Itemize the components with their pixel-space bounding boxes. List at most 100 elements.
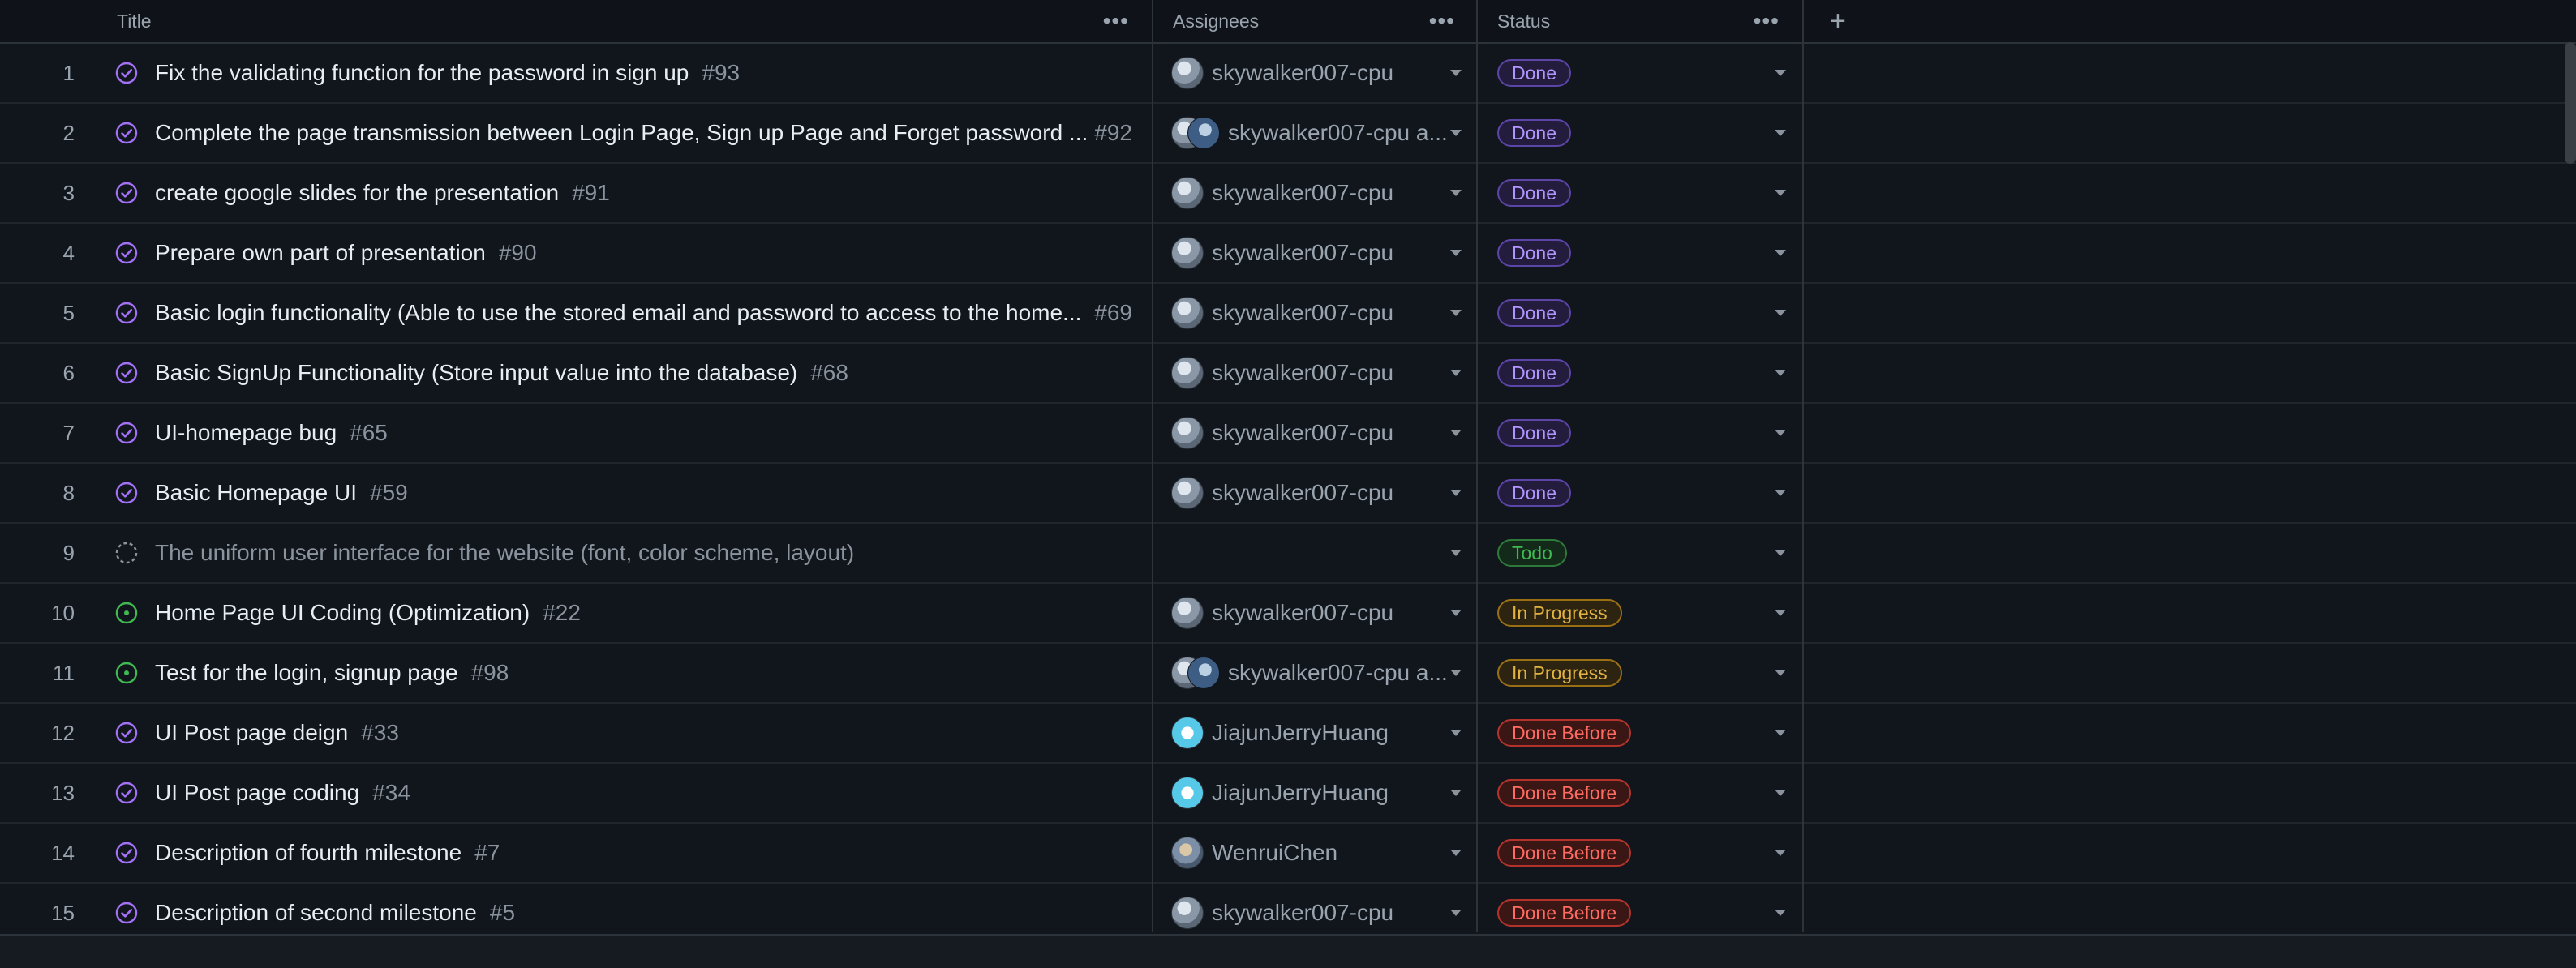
- issue-title[interactable]: UI Post page coding #34: [155, 764, 410, 822]
- status-badge: Done: [1497, 119, 1571, 147]
- issue-title-text[interactable]: Home Page UI Coding (Optimization): [155, 600, 530, 626]
- table-row[interactable]: 9 The uniform user interface for the webs…: [0, 524, 2576, 584]
- chevron-down-icon[interactable]: [1775, 70, 1786, 76]
- chevron-down-icon[interactable]: [1450, 250, 1462, 256]
- chevron-down-icon[interactable]: [1775, 850, 1786, 856]
- issue-title-text[interactable]: Description of fourth milestone: [155, 840, 462, 866]
- column-header-status[interactable]: Status •••: [1497, 0, 1802, 42]
- table-row[interactable]: 8 Basic Homepage UI #59 skywalker007-cpu Don…: [0, 464, 2576, 524]
- issue-title[interactable]: Home Page UI Coding (Optimization) #22: [155, 584, 581, 642]
- issue-title[interactable]: Basic Homepage UI #59: [155, 464, 408, 522]
- chevron-down-icon[interactable]: [1450, 550, 1462, 556]
- assignee-name: skywalker007-cpu a...: [1228, 120, 1448, 145]
- issue-title-text[interactable]: UI Post page coding: [155, 780, 359, 806]
- column-header-assignees[interactable]: Assignees •••: [1173, 0, 1478, 42]
- table-row[interactable]: 14 Description of fourth milestone #7 Wenru…: [0, 824, 2576, 884]
- chevron-down-icon[interactable]: [1775, 790, 1786, 796]
- chevron-down-icon[interactable]: [1450, 730, 1462, 736]
- closed-issue-icon: [115, 62, 138, 84]
- issue-title-text[interactable]: Fix the validating function for the pass…: [155, 60, 689, 86]
- issue-title-text[interactable]: The uniform user interface for the websi…: [155, 540, 854, 566]
- chevron-down-icon[interactable]: [1775, 130, 1786, 136]
- assignee-cell[interactable]: skywalker007-cpu a...: [1171, 644, 1448, 702]
- chevron-down-icon[interactable]: [1775, 730, 1786, 736]
- chevron-down-icon[interactable]: [1450, 430, 1462, 436]
- issue-title[interactable]: Fix the validating function for the pass…: [155, 44, 740, 102]
- issue-title[interactable]: Prepare own part of presentation #90: [155, 224, 537, 282]
- issue-title-text[interactable]: Complete the page transmission between L…: [155, 120, 1088, 146]
- chevron-down-icon[interactable]: [1775, 670, 1786, 676]
- assignee-cell[interactable]: skywalker007-cpu: [1171, 404, 1393, 462]
- chevron-down-icon[interactable]: [1450, 190, 1462, 196]
- issue-title-text[interactable]: Description of second milestone: [155, 900, 477, 926]
- assignee-cell[interactable]: JiajunJerryHuang: [1171, 764, 1389, 822]
- issue-title-text[interactable]: Test for the login, signup page: [155, 660, 458, 686]
- issue-title[interactable]: Complete the page transmission between L…: [155, 104, 1132, 162]
- assignee-cell[interactable]: skywalker007-cpu: [1171, 224, 1393, 282]
- issue-title[interactable]: Test for the login, signup page #98: [155, 644, 509, 702]
- issue-title[interactable]: create google slides for the presentatio…: [155, 164, 610, 222]
- assignee-cell[interactable]: skywalker007-cpu: [1171, 44, 1393, 102]
- add-item-bar[interactable]: [0, 934, 2576, 968]
- table-row[interactable]: 6 Basic SignUp Functionality (Store input…: [0, 344, 2576, 404]
- issue-title[interactable]: Basic SignUp Functionality (Store input …: [155, 344, 848, 402]
- chevron-down-icon[interactable]: [1450, 310, 1462, 316]
- chevron-down-icon[interactable]: [1450, 70, 1462, 76]
- closed-issue-icon: [115, 842, 138, 864]
- assignee-cell[interactable]: skywalker007-cpu: [1171, 164, 1393, 222]
- add-field-button[interactable]: +: [1830, 0, 1854, 42]
- assignee-cell[interactable]: skywalker007-cpu: [1171, 284, 1393, 342]
- issue-title-text[interactable]: UI-homepage bug: [155, 420, 337, 446]
- table-row[interactable]: 2 Complete the page transmission between …: [0, 104, 2576, 164]
- chevron-down-icon[interactable]: [1775, 910, 1786, 916]
- chevron-down-icon[interactable]: [1775, 550, 1786, 556]
- issue-title[interactable]: UI-homepage bug #65: [155, 404, 388, 462]
- chevron-down-icon[interactable]: [1775, 610, 1786, 616]
- issue-title[interactable]: The uniform user interface for the websi…: [155, 524, 854, 582]
- issue-title-text[interactable]: Basic login functionality (Able to use t…: [155, 300, 1081, 326]
- chevron-down-icon[interactable]: [1775, 370, 1786, 376]
- column-menu-icon[interactable]: •••: [1754, 8, 1780, 34]
- issue-title[interactable]: Basic login functionality (Able to use t…: [155, 284, 1132, 342]
- chevron-down-icon[interactable]: [1450, 850, 1462, 856]
- column-menu-icon[interactable]: •••: [1103, 8, 1129, 34]
- table-row[interactable]: 7 UI-homepage bug #65 skywalker007-cpu Done: [0, 404, 2576, 464]
- assignee-cell[interactable]: WenruiChen: [1171, 824, 1337, 882]
- project-table: Title ••• Assignees ••• Status ••• + 1 Fi…: [0, 0, 2576, 944]
- issue-title-text[interactable]: Basic SignUp Functionality (Store input …: [155, 360, 797, 386]
- chevron-down-icon[interactable]: [1775, 250, 1786, 256]
- issue-title[interactable]: UI Post page deign #33: [155, 704, 399, 762]
- chevron-down-icon[interactable]: [1775, 310, 1786, 316]
- issue-title-text[interactable]: create google slides for the presentatio…: [155, 180, 559, 206]
- chevron-down-icon[interactable]: [1450, 130, 1462, 136]
- table-row[interactable]: 1 Fix the validating function for the pas…: [0, 44, 2576, 104]
- table-row[interactable]: 13 UI Post page coding #34 JiajunJerryHuang…: [0, 764, 2576, 824]
- table-row[interactable]: 12 UI Post page deign #33 JiajunJerryHuang D…: [0, 704, 2576, 764]
- chevron-down-icon[interactable]: [1450, 610, 1462, 616]
- issue-title-text[interactable]: UI Post page deign: [155, 720, 348, 746]
- table-row[interactable]: 5 Basic login functionality (Able to use …: [0, 284, 2576, 344]
- assignee-cell[interactable]: skywalker007-cpu: [1171, 584, 1393, 642]
- chevron-down-icon[interactable]: [1450, 670, 1462, 676]
- assignee-cell[interactable]: skywalker007-cpu: [1171, 344, 1393, 402]
- chevron-down-icon[interactable]: [1450, 370, 1462, 376]
- chevron-down-icon[interactable]: [1775, 190, 1786, 196]
- chevron-down-icon[interactable]: [1450, 490, 1462, 496]
- scrollbar[interactable]: [2565, 42, 2576, 164]
- assignee-cell[interactable]: skywalker007-cpu: [1171, 464, 1393, 522]
- chevron-down-icon[interactable]: [1450, 790, 1462, 796]
- assignee-cell[interactable]: JiajunJerryHuang: [1171, 704, 1389, 762]
- column-header-title[interactable]: Title •••: [117, 0, 1152, 42]
- chevron-down-icon[interactable]: [1775, 430, 1786, 436]
- assignee-cell[interactable]: skywalker007-cpu a...: [1171, 104, 1448, 162]
- column-menu-icon[interactable]: •••: [1429, 8, 1455, 34]
- table-row[interactable]: 3 create google slides for the presentati…: [0, 164, 2576, 224]
- chevron-down-icon[interactable]: [1450, 910, 1462, 916]
- issue-title-text[interactable]: Basic Homepage UI: [155, 480, 357, 506]
- table-row[interactable]: 4 Prepare own part of presentation #90 skyw…: [0, 224, 2576, 284]
- issue-title[interactable]: Description of fourth milestone #7: [155, 824, 500, 882]
- chevron-down-icon[interactable]: [1775, 490, 1786, 496]
- table-row[interactable]: 11 Test for the login, signup page #98 skyw…: [0, 644, 2576, 704]
- issue-title-text[interactable]: Prepare own part of presentation: [155, 240, 486, 266]
- table-row[interactable]: 10 Home Page UI Coding (Optimization) #22 s…: [0, 584, 2576, 644]
